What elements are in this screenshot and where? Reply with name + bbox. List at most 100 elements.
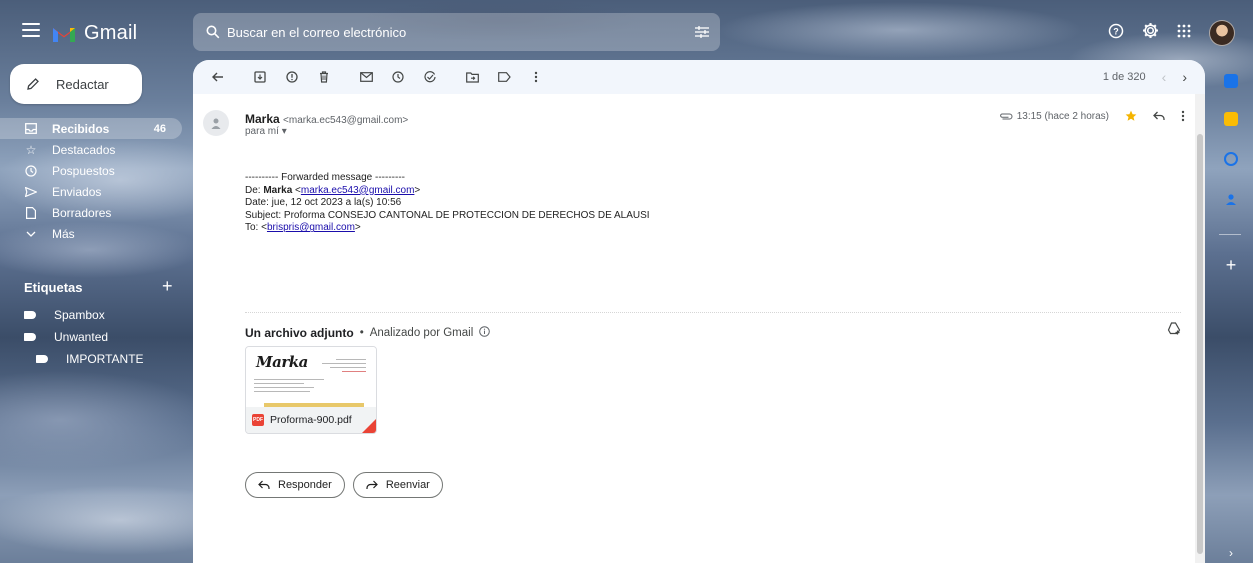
message-time: 13:15 (hace 2 horas)	[1016, 110, 1109, 122]
attachment-corner-fold	[362, 419, 376, 433]
top-right-controls: ?	[1108, 20, 1235, 46]
sender-line: Marka <marka.ec543@gmail.com>	[245, 112, 408, 126]
forwarded-subject: Subject: Proforma CONSEJO CANTONAL DE PR…	[245, 209, 650, 221]
info-icon[interactable]	[479, 326, 491, 340]
delete-icon[interactable]	[311, 64, 337, 90]
forward-button[interactable]: Reenviar	[352, 472, 443, 498]
sender-name[interactable]: Marka	[245, 112, 280, 126]
main-menu-icon[interactable]	[22, 23, 40, 39]
svg-text:?: ?	[1113, 26, 1119, 36]
scrollbar-thumb[interactable]	[1197, 134, 1203, 554]
message-toolbar: 1 de 320 ‹ ›	[193, 60, 1205, 94]
app-name: Gmail	[84, 22, 138, 44]
attachment-thumbnail: Marka	[246, 347, 376, 409]
to-email-link[interactable]: brispris@gmail.com	[267, 222, 355, 233]
forwarded-from: De: Marka <marka.ec543@gmail.com>	[245, 184, 421, 196]
sidebar-item-recibidos[interactable]: Recibidos 46	[0, 118, 182, 139]
clock-icon	[24, 164, 38, 177]
snooze-icon[interactable]	[385, 64, 411, 90]
account-avatar[interactable]	[1209, 20, 1235, 46]
forwarded-date: Date: jue, 12 oct 2023 a la(s) 10:56	[245, 197, 402, 209]
help-icon[interactable]: ?	[1108, 23, 1124, 44]
reply-icon	[258, 480, 270, 489]
expand-panel-icon[interactable]: ›	[1224, 546, 1238, 560]
message-meta: 13:15 (hace 2 horas)	[999, 110, 1185, 122]
bullet-separator: •	[359, 327, 364, 339]
reply-icon[interactable]	[1153, 111, 1165, 121]
unread-count: 46	[153, 122, 166, 135]
star-icon[interactable]	[1125, 110, 1137, 122]
apps-grid-icon[interactable]	[1177, 24, 1191, 43]
attachment-name-bar: PDF Proforma-900.pdf	[246, 407, 376, 433]
older-chevron-icon[interactable]: ›	[1182, 69, 1187, 85]
add-to-drive-icon[interactable]	[1167, 322, 1181, 340]
sidebar-nav: Recibidos 46 ☆ Destacados Pospuestos Env…	[0, 118, 190, 244]
label-tag-icon	[24, 311, 36, 319]
mark-unread-icon[interactable]	[353, 64, 379, 90]
sidebar-item-pospuestos[interactable]: Pospuestos	[0, 160, 190, 181]
scrollbar[interactable]	[1195, 94, 1205, 563]
add-task-icon[interactable]	[417, 64, 443, 90]
sidebar-item-label: Destacados	[52, 142, 116, 157]
compose-button[interactable]: Redactar	[10, 64, 142, 104]
get-addons-icon[interactable]: +	[1224, 256, 1238, 274]
search-bar[interactable]	[193, 13, 720, 51]
label-name: IMPORTANTE	[66, 352, 144, 366]
inbox-icon	[24, 123, 38, 134]
attachment-card[interactable]: Marka PDF Proforma-900.pdf	[245, 346, 377, 434]
label-item-spambox[interactable]: Spambox	[0, 304, 190, 326]
sender-avatar[interactable]	[203, 110, 229, 136]
sender-email: <marka.ec543@gmail.com>	[283, 115, 409, 126]
tasks-icon[interactable]	[1224, 152, 1238, 166]
calendar-icon[interactable]	[1224, 74, 1238, 88]
label-icon[interactable]	[491, 64, 517, 90]
labels-heading: Etiquetas	[24, 280, 83, 295]
sidebar-item-label: Recibidos	[52, 121, 110, 136]
message-more-icon[interactable]	[1181, 110, 1185, 122]
search-icon[interactable]	[199, 25, 227, 39]
report-spam-icon[interactable]	[279, 64, 305, 90]
star-icon: ☆	[25, 142, 37, 157]
attachment-divider	[245, 312, 1181, 313]
recipient-details[interactable]: para mí ▾	[245, 126, 287, 137]
forward-icon	[366, 480, 378, 489]
search-options-icon[interactable]	[684, 26, 720, 38]
sidebar-item-destacados[interactable]: ☆ Destacados	[0, 139, 190, 160]
archive-icon[interactable]	[247, 64, 273, 90]
settings-gear-icon[interactable]	[1142, 22, 1159, 44]
message-actions: Responder Reenviar	[245, 472, 443, 498]
contacts-icon[interactable]	[1224, 192, 1238, 206]
recipient-label: para mí	[245, 126, 279, 137]
newer-chevron-icon[interactable]: ‹	[1162, 69, 1167, 85]
forwarded-header: ---------- Forwarded message ---------	[245, 172, 405, 183]
labels-list: Spambox Unwanted IMPORTANTE	[0, 304, 190, 370]
from-name: Marka	[263, 184, 293, 196]
keep-icon[interactable]	[1224, 112, 1238, 126]
send-icon	[24, 186, 38, 197]
sidebar-item-label: Enviados	[52, 184, 102, 199]
reply-button[interactable]: Responder	[245, 472, 345, 498]
draft-icon	[24, 206, 38, 219]
back-arrow-icon[interactable]	[205, 64, 231, 90]
sidebar-item-label: Pospuestos	[52, 163, 115, 178]
move-to-icon[interactable]	[459, 64, 485, 90]
attachment-clip-icon	[999, 113, 1013, 120]
sidebar-item-borradores[interactable]: Borradores	[0, 202, 190, 223]
compose-label: Redactar	[56, 76, 109, 92]
from-prefix: De:	[245, 184, 264, 196]
sidebar-item-label: Borradores	[52, 205, 112, 220]
label-item-importante[interactable]: IMPORTANTE	[0, 348, 190, 370]
gmail-logo[interactable]: Gmail	[52, 22, 137, 45]
label-item-unwanted[interactable]: Unwanted	[0, 326, 190, 348]
search-input[interactable]	[227, 24, 684, 40]
sidebar-item-mas[interactable]: Más	[0, 223, 190, 244]
from-email-link[interactable]: marka.ec543@gmail.com	[301, 185, 415, 196]
label-name: Spambox	[54, 308, 105, 322]
add-label-icon[interactable]: +	[162, 276, 173, 297]
forward-label: Reenviar	[385, 479, 430, 491]
sidebar-item-enviados[interactable]: Enviados	[0, 181, 190, 202]
message-body: ---------- Forwarded message --------- D…	[245, 172, 650, 235]
message-view: 1 de 320 ‹ › Marka <marka.ec543@gmail.co…	[193, 60, 1205, 563]
thumbnail-logo: Marka	[256, 353, 308, 371]
more-options-icon[interactable]	[523, 64, 549, 90]
